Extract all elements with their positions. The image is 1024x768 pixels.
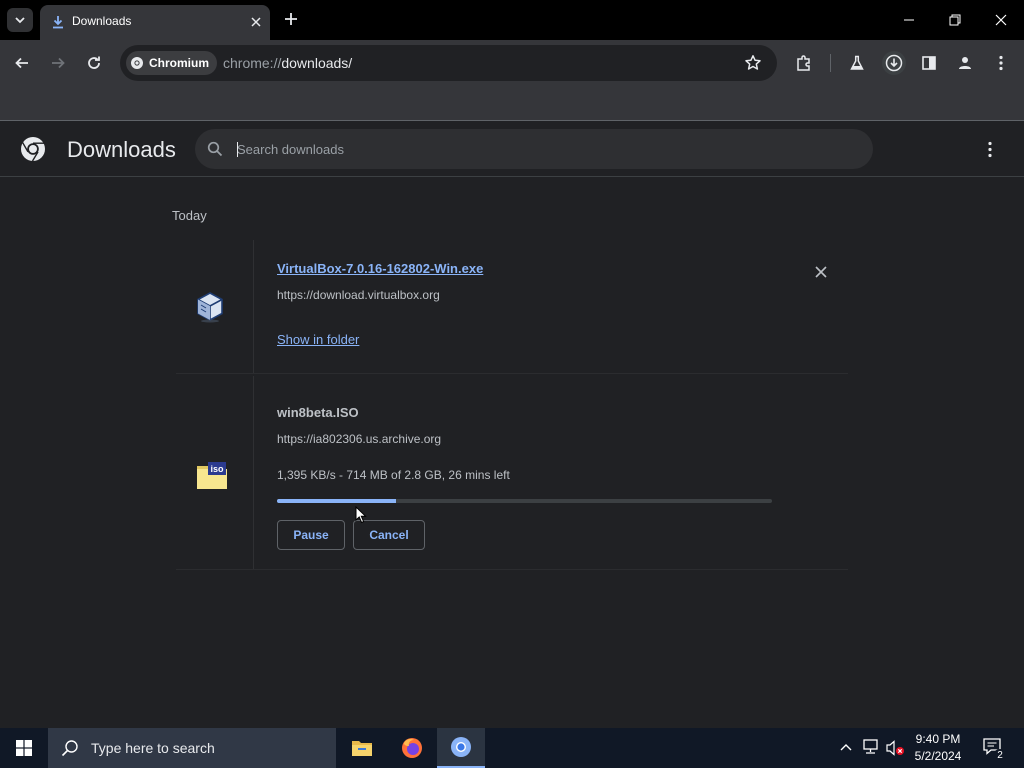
file-name-link[interactable]: VirtualBox-7.0.16-162802-Win.exe [277, 261, 483, 276]
restore-icon[interactable] [935, 8, 975, 32]
puzzle-icon [797, 55, 810, 71]
tab-close-icon[interactable] [248, 14, 264, 30]
profile-button[interactable] [953, 51, 977, 75]
url-text: chrome://downloads/ [223, 55, 352, 71]
url-path: downloads/ [281, 55, 353, 71]
folder-icon [352, 741, 372, 756]
pause-button[interactable]: Pause [277, 520, 345, 550]
tab-strip: Downloads [0, 0, 1024, 40]
chromium-icon [131, 57, 143, 69]
firefox-icon [402, 738, 422, 758]
browser-menu-button[interactable] [989, 51, 1013, 75]
page-more-icon[interactable] [978, 140, 1002, 160]
download-progress-fill [277, 499, 396, 503]
windows-icon [16, 740, 32, 756]
minimize-icon[interactable] [889, 8, 929, 32]
arrow-right-icon [52, 57, 65, 69]
flask-icon [850, 55, 864, 70]
new-tab-icon[interactable] [283, 11, 299, 27]
bookmark-star-icon[interactable] [744, 54, 762, 72]
browser-toolbar: Chromium chrome://downloads/ [0, 40, 1024, 86]
volume-muted-icon[interactable] [885, 739, 905, 757]
cancel-button[interactable]: Cancel [353, 520, 425, 550]
side-panel-button[interactable] [917, 51, 941, 75]
search-downloads[interactable] [195, 129, 873, 169]
arrow-left-icon [15, 57, 28, 69]
clock-date: 5/2/2024 [914, 749, 962, 763]
download-icon [52, 15, 64, 29]
search-icon [61, 740, 78, 757]
taskbar: Type here to search 9:40 PM 5/2/2024 2 [0, 728, 1024, 768]
show-in-folder-link[interactable]: Show in folder [277, 332, 359, 347]
reload-icon [88, 56, 100, 69]
site-chip-label: Chromium [149, 56, 209, 70]
start-button[interactable] [0, 728, 48, 768]
file-source-url: https://download.virtualbox.org [277, 288, 440, 302]
chevron-down-icon [15, 17, 25, 24]
download-item: VirtualBox-7.0.16-162802-Win.exe https:/… [176, 240, 848, 374]
download-item: iso win8beta.ISO https://ia802306.us.arc… [176, 376, 848, 570]
side-panel-icon [922, 56, 936, 70]
download-progress-icon [885, 54, 903, 72]
close-window-icon[interactable] [981, 8, 1021, 32]
file-explorer-button[interactable] [338, 728, 386, 768]
date-heading: Today [172, 208, 207, 223]
svg-text:iso: iso [210, 464, 224, 474]
site-chip[interactable]: Chromium [126, 51, 217, 75]
firefox-button[interactable] [388, 728, 436, 768]
search-icon [207, 141, 223, 157]
bookmarks-bar [0, 86, 1024, 121]
downloads-header: Downloads [0, 121, 1024, 177]
search-input[interactable] [237, 135, 837, 163]
person-icon [959, 57, 971, 69]
notification-count-badge: 2 [993, 749, 1007, 763]
taskbar-search[interactable]: Type here to search [48, 728, 336, 768]
more-vert-icon [999, 55, 1003, 71]
chromium-icon [451, 737, 471, 757]
file-source-url: https://ia802306.us.archive.org [277, 432, 442, 446]
remove-download-icon[interactable] [814, 265, 828, 279]
virtualbox-icon [196, 291, 224, 323]
tab-search-button[interactable] [7, 8, 33, 32]
taskbar-search-placeholder: Type here to search [91, 740, 215, 756]
address-bar[interactable]: Chromium chrome://downloads/ [120, 45, 777, 81]
download-status: 1,395 KB/s - 714 MB of 2.8 GB, 26 mins l… [277, 468, 510, 482]
labs-button[interactable] [845, 51, 869, 75]
mouse-cursor-icon [355, 506, 367, 524]
file-icon-column [176, 240, 254, 373]
file-name: win8beta.ISO [277, 405, 359, 420]
file-icon-column: iso [176, 376, 254, 569]
download-progress-bar [277, 499, 772, 503]
back-button[interactable] [10, 51, 34, 75]
page-title: Downloads [67, 137, 176, 162]
reload-button[interactable] [82, 51, 106, 75]
toolbar-divider [830, 54, 831, 72]
network-icon[interactable] [862, 739, 880, 755]
chromium-taskbar-button[interactable] [437, 728, 485, 768]
tab-title: Downloads [72, 14, 132, 28]
forward-button[interactable] [46, 51, 70, 75]
extensions-button[interactable] [792, 51, 816, 75]
tab-downloads[interactable]: Downloads [40, 5, 270, 40]
text-caret [237, 142, 238, 157]
iso-file-icon: iso [196, 460, 228, 490]
clock-time: 9:40 PM [915, 732, 961, 746]
chromium-logo-icon [20, 136, 46, 162]
url-scheme: chrome:// [223, 55, 282, 71]
chevron-up-icon[interactable] [839, 742, 853, 752]
downloads-button[interactable] [882, 51, 906, 75]
system-clock[interactable]: 9:40 PM 5/2/2024 [905, 731, 971, 765]
